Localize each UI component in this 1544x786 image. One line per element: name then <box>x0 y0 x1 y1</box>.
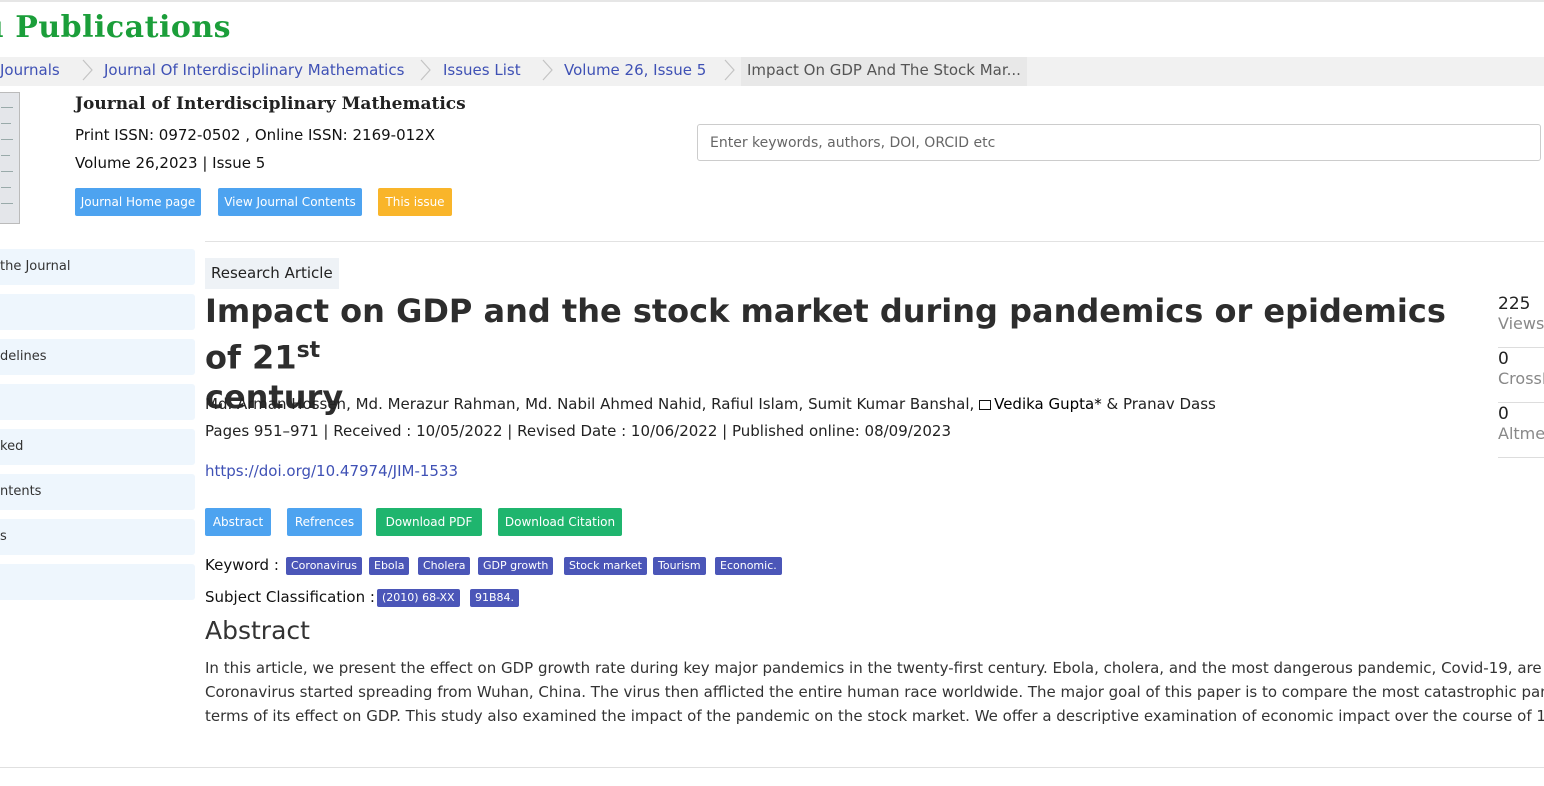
metric-value: 225 <box>1498 294 1531 314</box>
top-border <box>0 0 1544 2</box>
metric-divider <box>1498 402 1544 403</box>
journal-home-button[interactable]: Journal Home page <box>75 188 201 216</box>
breadcrumb-volume[interactable]: Volume 26, Issue 5 <box>564 57 706 86</box>
search-input[interactable] <box>697 124 1541 161</box>
journal-cover-image[interactable] <box>0 92 20 224</box>
metric-views: 225 Views <box>1498 294 1544 333</box>
keyword-chip[interactable]: Coronavirus <box>286 557 362 575</box>
chevron-right-icon <box>420 59 431 81</box>
doi-link[interactable]: https://doi.org/10.47974/JIM-1533 <box>205 462 458 480</box>
sidebar-item-label: the Journal <box>0 259 71 274</box>
breadcrumb-journals[interactable]: Journals <box>0 57 60 86</box>
keyword-chip[interactable]: Stock market <box>564 557 647 575</box>
breadcrumb-current: Impact On GDP And The Stock Mar... <box>741 57 1027 86</box>
keyword-chip[interactable]: GDP growth <box>478 557 554 575</box>
article-dates: Pages 951–971 | Received : 10/05/2022 | … <box>205 422 951 440</box>
abstract-line: In this article, we present the effect o… <box>205 659 1544 677</box>
chevron-right-icon <box>542 59 553 81</box>
metric-label: Altmetric <box>1498 424 1544 443</box>
breadcrumb: Journals Journal Of Interdisciplinary Ma… <box>0 57 1544 86</box>
breadcrumb-issues-list[interactable]: Issues List <box>443 57 521 86</box>
abstract-text: In this article, we present the effect o… <box>205 656 1544 728</box>
email-icon[interactable] <box>979 400 992 410</box>
metric-label: Views <box>1498 314 1544 333</box>
keyword-chip[interactable]: Tourism <box>653 557 706 575</box>
metric-label: CrossRef <box>1498 369 1544 388</box>
abstract-line: terms of its effect on GDP. This study a… <box>205 707 1544 725</box>
metric-divider <box>1498 457 1544 458</box>
sidebar-item-label: ked <box>0 439 24 454</box>
publisher-name: u Publications <box>0 10 232 45</box>
sidebar-item[interactable] <box>0 564 195 600</box>
footer-divider <box>0 767 1544 768</box>
sidebar-item-about-journal[interactable]: the Journal <box>0 249 195 285</box>
this-issue-button[interactable]: This issue <box>378 188 452 216</box>
journal-volume: Volume 26,2023 | Issue 5 <box>75 154 266 172</box>
journal-issn: Print ISSN: 0972-0502 , Online ISSN: 216… <box>75 126 435 144</box>
sidebar-item[interactable] <box>0 294 195 330</box>
metric-altmetric: 0 Altmetric <box>1498 404 1544 443</box>
subject-classification-label: Subject Classification : <box>205 588 375 606</box>
breadcrumb-journal[interactable]: Journal Of Interdisciplinary Mathematics <box>104 57 404 86</box>
chevron-right-icon <box>82 59 93 81</box>
view-journal-contents-button[interactable]: View Journal Contents <box>218 188 362 216</box>
download-citation-button[interactable]: Download Citation <box>498 508 622 536</box>
metric-value: 0 <box>1498 349 1509 369</box>
article-type-badge: Research Article <box>205 258 339 289</box>
authors-list[interactable]: Md. Arman Hossen, Md. Merazur Rahman, Md… <box>205 395 974 413</box>
chevron-right-icon <box>724 59 735 81</box>
journal-title: Journal of Interdisciplinary Mathematics <box>75 94 466 114</box>
authors-list-end[interactable]: & Pranav Dass <box>1107 395 1216 413</box>
abstract-line: Coronavirus started spreading from Wuhan… <box>205 683 1544 701</box>
keyword-chip[interactable]: Economic. <box>715 557 782 575</box>
article-authors: Md. Arman Hossen, Md. Merazur Rahman, Md… <box>205 395 1216 413</box>
abstract-button[interactable]: Abstract <box>205 508 271 536</box>
sidebar-item-label: delines <box>0 349 47 364</box>
references-button[interactable]: Refrences <box>287 508 362 536</box>
metric-value: 0 <box>1498 404 1509 424</box>
abstract-heading: Abstract <box>205 616 310 645</box>
sidebar-item-label: ntents <box>0 484 42 499</box>
subject-chip[interactable]: (2010) 68-XX <box>377 589 460 607</box>
metric-crossref: 0 CrossRef <box>1498 349 1544 388</box>
publisher-logo[interactable]: u Publications <box>0 10 231 45</box>
sidebar-item-guidelines[interactable]: delines <box>0 339 195 375</box>
metric-divider <box>1498 347 1544 348</box>
sidebar-item[interactable] <box>0 384 195 420</box>
corresponding-author[interactable]: Vedika Gupta* <box>994 395 1102 413</box>
sidebar-item[interactable]: s <box>0 519 195 555</box>
subject-chip[interactable]: 91B84. <box>470 589 520 607</box>
download-pdf-button[interactable]: Download PDF <box>376 508 482 536</box>
sidebar-item-indexed[interactable]: ked <box>0 429 195 465</box>
keyword-chip[interactable]: Cholera <box>418 557 471 575</box>
sidebar-item-label: s <box>0 529 7 544</box>
divider <box>205 241 1544 242</box>
sidebar-item-contents[interactable]: ntents <box>0 474 195 510</box>
keyword-label: Keyword : <box>205 556 279 574</box>
keyword-chip[interactable]: Ebola <box>369 557 410 575</box>
